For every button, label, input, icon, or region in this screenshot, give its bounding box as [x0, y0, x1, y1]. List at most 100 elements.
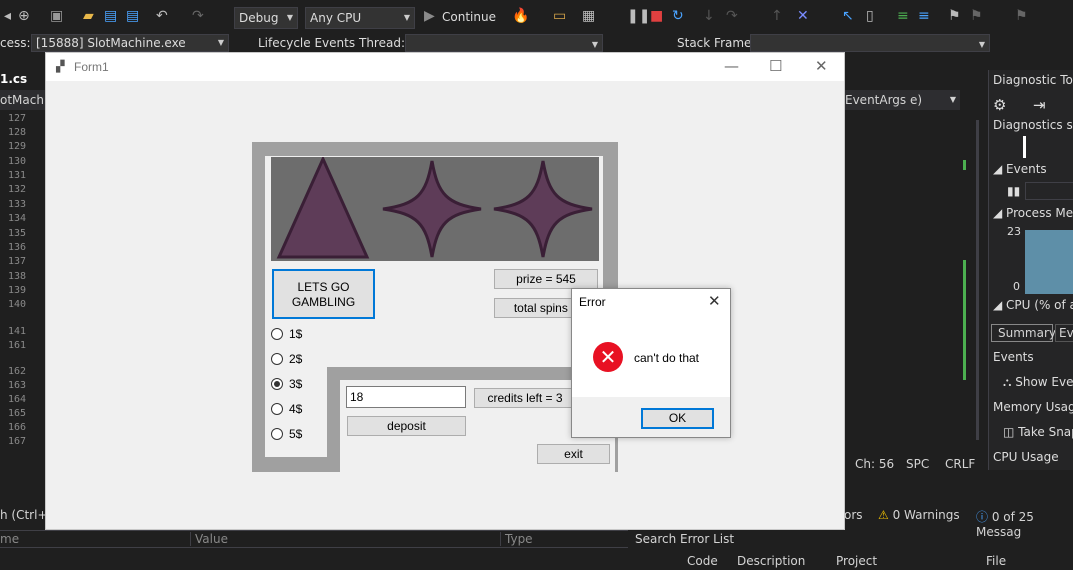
- cpu-section[interactable]: ◢ CPU (% of all: [993, 298, 1073, 312]
- lifecycle-events-dropdown[interactable]: Lifecycle Events: [258, 36, 355, 50]
- restart-icon[interactable]: ↻: [672, 8, 684, 24]
- step-out-icon[interactable]: ↑: [771, 8, 783, 24]
- minimize-icon[interactable]: —: [724, 57, 739, 75]
- pointer-icon[interactable]: ↖: [842, 8, 854, 24]
- slot-machine-panel: LETS GO GAMBLING prize = 545 total spins…: [252, 142, 618, 472]
- radio-button[interactable]: [271, 428, 283, 440]
- forward-icon[interactable]: ⊕: [18, 8, 30, 24]
- line-number: 163: [8, 380, 27, 391]
- new-project-icon[interactable]: ▣: [50, 8, 63, 24]
- class-combo[interactable]: otMachin: [0, 90, 55, 110]
- indent-icon[interactable]: ≡: [897, 8, 909, 24]
- layout-icon[interactable]: ▦: [582, 8, 595, 24]
- search-error-list-input[interactable]: Search Error List: [635, 532, 734, 546]
- gear-icon[interactable]: ⚙: [993, 96, 1006, 114]
- show-events-button[interactable]: ⛬ Show Eve: [1003, 375, 1073, 390]
- tab-events-label: Ev: [1059, 326, 1073, 340]
- step-into-icon[interactable]: ↓: [703, 8, 715, 24]
- warning-icon: ⚠: [878, 508, 889, 522]
- tab-summary[interactable]: Summary: [991, 324, 1056, 342]
- error-description-header[interactable]: Description: [737, 554, 805, 568]
- events-track: [1025, 182, 1073, 200]
- line-number: 162: [8, 366, 27, 377]
- bookmark-prev-icon[interactable]: ⚑: [970, 8, 983, 24]
- maximize-icon[interactable]: ☐: [769, 57, 782, 75]
- line-number-gutter: 127 128 129 130 131 132 133 134 135 136 …: [0, 110, 44, 455]
- errors-filter[interactable]: ors: [844, 508, 863, 522]
- locals-type-header[interactable]: Type: [500, 532, 533, 546]
- bookmark-icon[interactable]: ⚑: [948, 8, 961, 24]
- file-tab[interactable]: 1.cs: [0, 70, 46, 88]
- process-memory-section[interactable]: ◢ Process Mem: [993, 206, 1073, 220]
- radio-button[interactable]: [271, 403, 283, 415]
- method-combo[interactable]: EventArgs e) ▼: [845, 90, 960, 110]
- pause-icon[interactable]: ❚❚: [627, 8, 650, 24]
- open-folder-icon[interactable]: ▰: [83, 8, 94, 24]
- stack-frame-combo[interactable]: ▼: [750, 34, 990, 52]
- save-icon[interactable]: ▤: [104, 8, 117, 24]
- error-file-header[interactable]: File: [986, 554, 1006, 568]
- reel-2-star: [382, 160, 482, 258]
- cpu-usage-header: CPU Usage: [993, 450, 1059, 464]
- code-map-icon[interactable]: ✕: [797, 8, 809, 24]
- timeline-cursor[interactable]: [1023, 136, 1026, 158]
- save-all-icon[interactable]: ▤: [126, 8, 139, 24]
- outdent-icon[interactable]: ≡: [918, 8, 930, 24]
- show-events-label: Show Eve: [1015, 375, 1073, 389]
- tab-summary-label: Summary: [998, 326, 1056, 340]
- close-icon[interactable]: ✕: [815, 57, 828, 75]
- locals-value-header[interactable]: Value: [190, 532, 228, 546]
- editor-scrollbar[interactable]: [976, 120, 979, 440]
- error-dialog-title: Error: [579, 295, 606, 309]
- bet-option-label: 1$: [289, 327, 303, 341]
- deposit-button[interactable]: deposit: [347, 416, 466, 436]
- platform-combo[interactable]: Any CPU ▼: [305, 7, 415, 29]
- ok-button[interactable]: OK: [641, 408, 714, 429]
- step-over-icon[interactable]: ↷: [726, 8, 738, 24]
- line-number: 128: [8, 127, 27, 138]
- radio-button[interactable]: [271, 328, 283, 340]
- deposit-amount-input[interactable]: 18: [346, 386, 466, 408]
- change-marker: [963, 160, 966, 170]
- events-section-label: Events: [1006, 162, 1047, 176]
- credits-left-label: credits left = 3: [474, 388, 576, 408]
- thread-combo[interactable]: ▼: [405, 34, 603, 52]
- browser-link-icon[interactable]: ▭: [553, 8, 566, 24]
- redo-icon[interactable]: ↷: [192, 8, 204, 24]
- take-snapshot-button[interactable]: ◫ Take Snap: [1003, 425, 1073, 439]
- tab-events[interactable]: Ev: [1055, 324, 1073, 342]
- messages-filter[interactable]: ⓘ 0 of 25 Messag: [976, 508, 1073, 539]
- line-number: 137: [8, 256, 27, 267]
- locals-name-header[interactable]: me: [0, 532, 19, 546]
- pause-icon[interactable]: ▮▮: [1007, 184, 1020, 198]
- warnings-filter[interactable]: ⚠ 0 Warnings: [878, 508, 960, 522]
- exit-button[interactable]: exit: [537, 444, 610, 464]
- bookmark-clear-icon[interactable]: ⚑: [1015, 8, 1028, 24]
- line-number: 130: [8, 156, 27, 167]
- radio-button[interactable]: [271, 353, 283, 365]
- error-dialog-footer: OK: [572, 397, 730, 437]
- undo-icon[interactable]: ↶: [156, 8, 168, 24]
- lets-go-gambling-button[interactable]: LETS GO GAMBLING: [272, 269, 375, 319]
- back-icon[interactable]: ◂: [4, 8, 11, 24]
- bet-option-label: 4$: [289, 402, 303, 416]
- bet-option-label: 5$: [289, 427, 303, 441]
- diagnostic-tools-panel: Diagnostic Tool ⚙ ⇥ Diagnostics se ◢ Eve…: [988, 70, 1073, 470]
- error-code-header[interactable]: Code: [687, 554, 718, 568]
- form1-titlebar[interactable]: ▞ Form1 — ☐ ✕: [46, 53, 844, 81]
- events-section[interactable]: ◢ Events: [993, 162, 1047, 176]
- close-icon[interactable]: ✕: [708, 292, 721, 310]
- line-ending-indicator: CRLF: [945, 457, 976, 471]
- play-icon[interactable]: ▶: [424, 8, 435, 24]
- error-project-header[interactable]: Project: [836, 554, 877, 568]
- radio-button-selected[interactable]: [271, 378, 283, 390]
- stop-icon[interactable]: ■: [650, 8, 663, 24]
- columns-icon[interactable]: ▯: [866, 8, 874, 24]
- chevron-down-icon: ▼: [978, 40, 985, 49]
- continue-button[interactable]: Continue: [442, 10, 496, 24]
- reels-display: [271, 155, 599, 261]
- export-icon[interactable]: ⇥: [1033, 96, 1046, 114]
- config-combo[interactable]: Debug ▼: [234, 7, 298, 29]
- hot-reload-icon[interactable]: 🔥: [512, 8, 529, 24]
- process-combo[interactable]: [15888] SlotMachine.exe ▼: [31, 34, 229, 52]
